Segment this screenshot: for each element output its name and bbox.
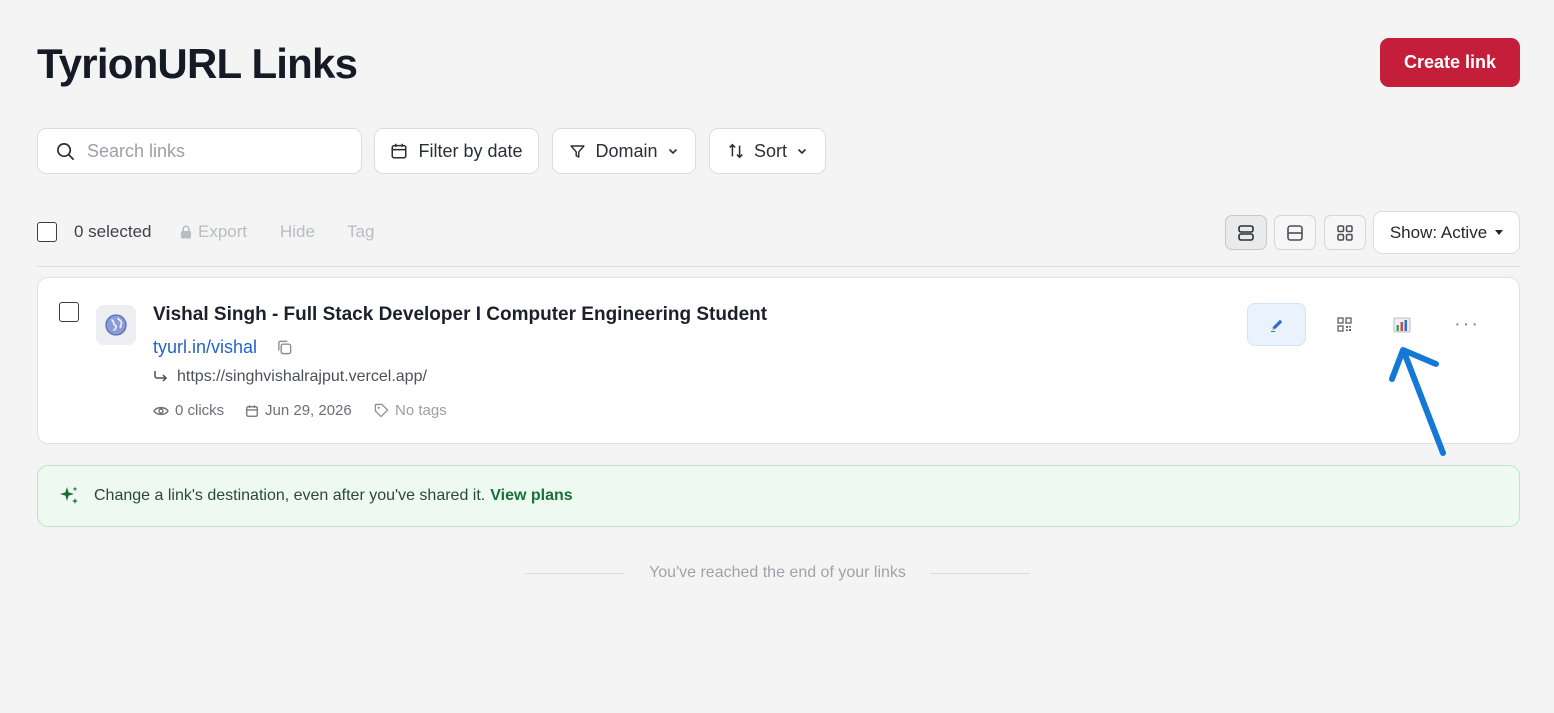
view-grid-button[interactable] [1324, 215, 1366, 250]
export-button[interactable]: Export [180, 216, 247, 248]
calendar-icon [390, 142, 408, 160]
copy-icon[interactable] [276, 339, 293, 356]
sparkle-icon [58, 485, 80, 507]
globe-icon [96, 305, 136, 345]
filter-by-date-button[interactable]: Filter by date [374, 128, 539, 174]
clicks-label: 0 clicks [175, 402, 225, 419]
created-date: Jun 29, 2026 [245, 402, 352, 419]
qr-code-button[interactable] [1327, 303, 1361, 346]
show-filter-dropdown[interactable]: Show: Active [1373, 211, 1520, 254]
sort-icon [727, 142, 745, 160]
short-url-link[interactable]: tyurl.in/vishal [153, 337, 257, 358]
eye-icon [153, 405, 169, 417]
divider [37, 266, 1520, 267]
chevron-down-icon [667, 145, 679, 157]
page-title: TyrionURL Links [37, 40, 358, 87]
domain-label: Domain [595, 140, 658, 161]
export-label: Export [198, 222, 248, 241]
upgrade-banner: Change a link's destination, even after … [37, 465, 1520, 527]
show-filter-label: Show: Active [1389, 222, 1488, 242]
view-rows-button[interactable] [1225, 215, 1267, 250]
grid-layout-icon [1336, 224, 1354, 242]
bar-chart-icon [1393, 316, 1411, 334]
created-date-label: Jun 29, 2026 [265, 402, 352, 419]
chevron-down-icon [796, 145, 808, 157]
annotation-arrow [1389, 347, 1446, 456]
filter-icon [569, 143, 586, 160]
caret-down-icon [1495, 229, 1504, 236]
redirect-arrow-icon [153, 370, 169, 384]
qr-code-icon [1336, 317, 1352, 332]
selected-count: 0 selected [74, 222, 152, 241]
tag-button[interactable]: Tag [347, 216, 374, 248]
end-of-links-label: You've reached the end of your links [649, 564, 906, 581]
end-divider-right [930, 573, 1030, 574]
edit-link-button[interactable] [1247, 303, 1306, 346]
calendar-icon [245, 404, 259, 418]
hide-button[interactable]: Hide [280, 216, 315, 248]
tags-button[interactable]: No tags [374, 402, 447, 419]
pencil-icon [1269, 317, 1285, 333]
link-title[interactable]: Vishal Singh - Full Stack Developer I Co… [153, 304, 767, 326]
destination-url-text: https://singhvishalrajput.vercel.app/ [177, 368, 427, 385]
view-compact-button[interactable] [1274, 215, 1316, 250]
search-box[interactable] [37, 128, 362, 174]
create-link-button[interactable]: Create link [1380, 38, 1520, 87]
select-all-checkbox[interactable] [37, 222, 57, 242]
search-input[interactable] [87, 140, 337, 162]
sort-label: Sort [753, 140, 787, 161]
clicks-count[interactable]: 0 clicks [153, 402, 224, 419]
rows-layout-icon [1237, 224, 1255, 242]
link-card[interactable]: Vishal Singh - Full Stack Developer I Co… [37, 277, 1520, 444]
view-plans-link[interactable]: View plans [490, 487, 572, 505]
link-select-checkbox[interactable] [59, 302, 79, 322]
search-icon [56, 142, 75, 161]
tag-icon [374, 403, 389, 418]
sort-dropdown[interactable]: Sort [709, 128, 826, 174]
banner-message: Change a link's destination, even after … [94, 487, 486, 504]
domain-dropdown[interactable]: Domain [552, 128, 696, 174]
destination-url: https://singhvishalrajput.vercel.app/ [153, 368, 427, 386]
tags-label: No tags [395, 402, 447, 419]
compact-layout-icon [1286, 224, 1304, 242]
filter-by-date-label: Filter by date [418, 140, 523, 161]
lock-icon [180, 225, 192, 239]
